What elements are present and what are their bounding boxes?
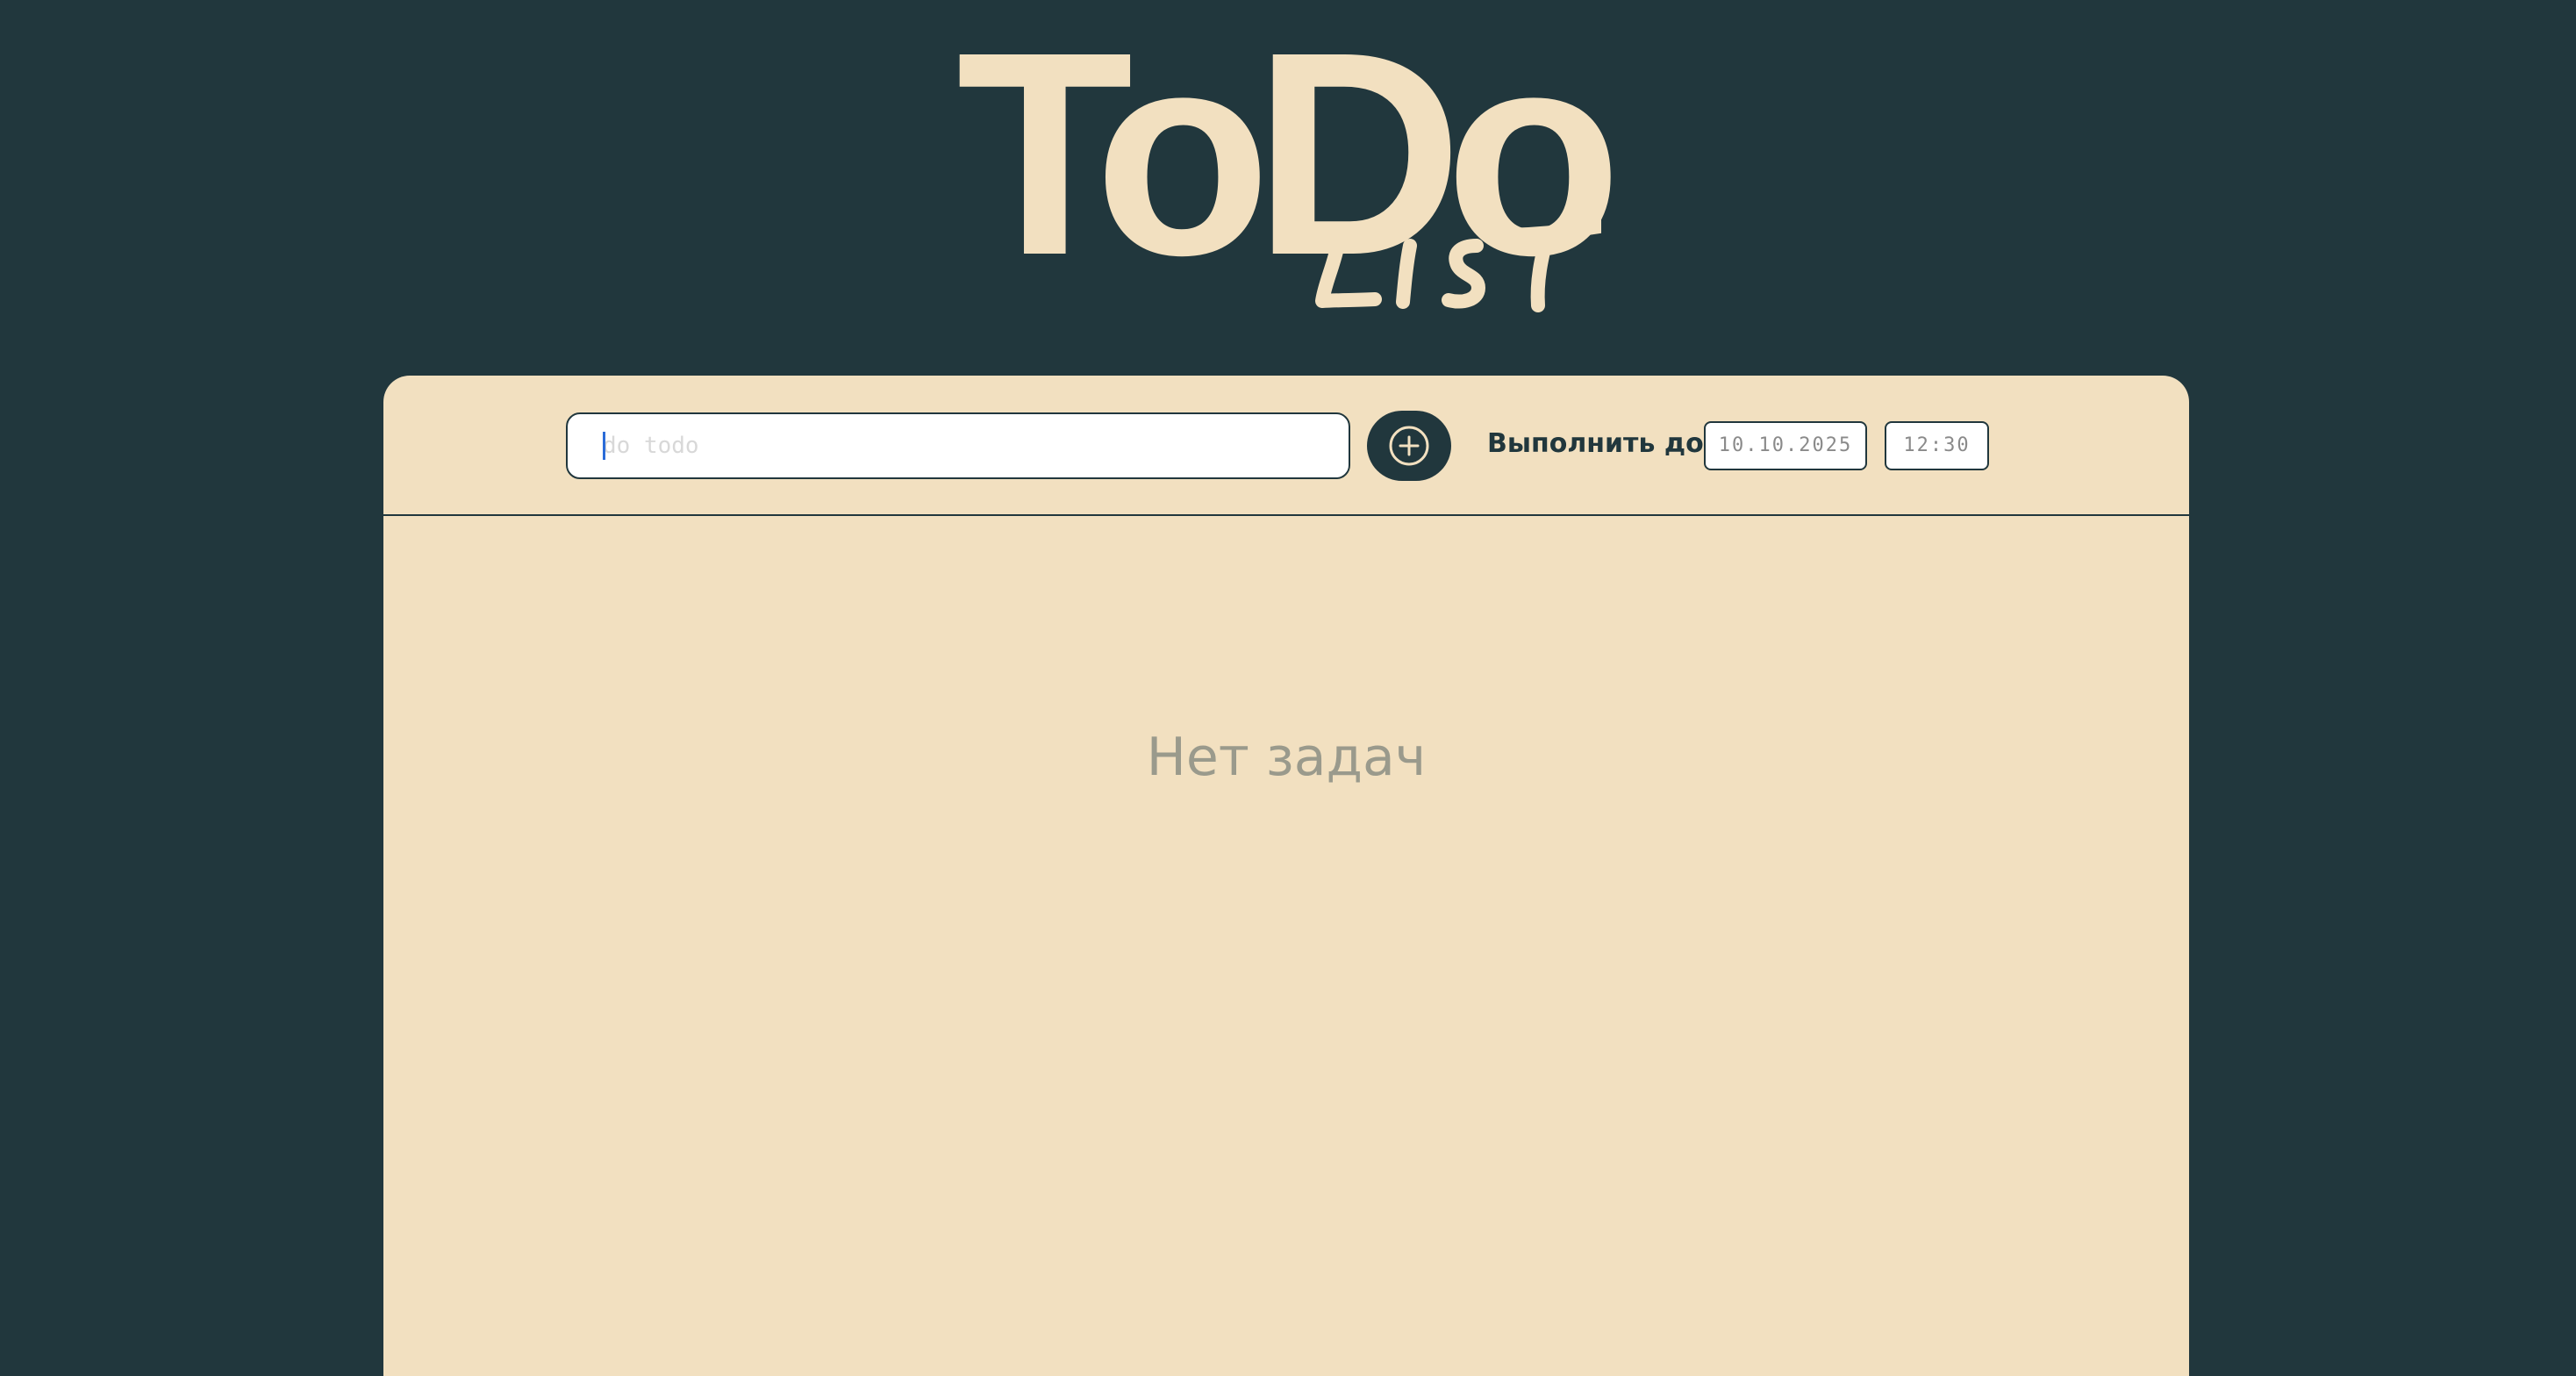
task-toolbar: Выполнить до: 10.10.2025 12:30 bbox=[383, 376, 2189, 516]
plus-circle-icon bbox=[1389, 426, 1429, 466]
due-date-label: Выполнить до: bbox=[1487, 428, 1714, 459]
todo-card: Выполнить до: 10.10.2025 12:30 Нет задач bbox=[383, 376, 2189, 1376]
logo-subtitle-handwritten bbox=[1315, 219, 1601, 312]
due-time-field[interactable]: 12:30 bbox=[1885, 421, 1989, 470]
add-task-button[interactable] bbox=[1367, 411, 1451, 481]
text-caret bbox=[603, 432, 605, 460]
empty-list-message: Нет задач bbox=[1146, 727, 1427, 788]
due-date-field[interactable]: 10.10.2025 bbox=[1704, 421, 1867, 470]
header: ToDo bbox=[0, 0, 2576, 369]
task-input[interactable] bbox=[566, 412, 1350, 479]
